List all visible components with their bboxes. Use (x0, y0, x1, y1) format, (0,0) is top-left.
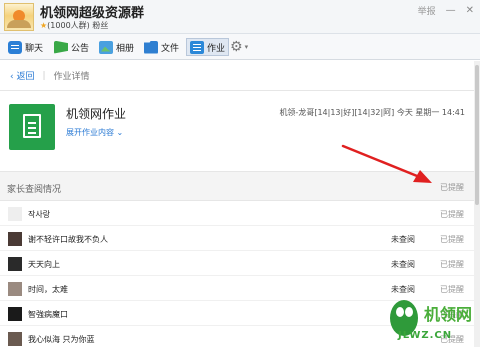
avatar-hill-shape (7, 20, 31, 28)
parent-name: 智強病魔口 (28, 310, 68, 319)
fans-label: 粉丝 (92, 21, 109, 30)
parent-name: 时间，太难 (28, 285, 68, 294)
chevron-down-icon: ▾ (244, 43, 249, 51)
album-icon (99, 40, 113, 54)
homework-icon (190, 40, 204, 54)
tab-chat[interactable]: 聊天 (8, 38, 43, 56)
notice-flag-icon (54, 40, 68, 54)
breadcrumb-current: 作业详情 (53, 72, 90, 82)
folder-icon (144, 40, 158, 54)
parent-name: 我心似海 只为你蓝 (28, 335, 95, 344)
window-controls: 举报 — ✕ (418, 4, 474, 17)
document-icon (9, 104, 55, 150)
breadcrumb: ‹ 返回 | 作业详情 (10, 69, 90, 83)
table-row: 天天向上 未查阅 已提醒 (0, 251, 474, 276)
parent-name: 작사랑 (28, 210, 51, 219)
parent-name: 谢不轻许口故我不负人 (28, 235, 108, 244)
tab-album[interactable]: 相册 (99, 38, 134, 56)
avatar (8, 257, 22, 271)
remind-all-status[interactable]: 已提醒 (440, 182, 464, 193)
read-state: 未查阅 (391, 260, 415, 269)
group-title: 机领网超级资源群 (40, 6, 145, 21)
group-avatar[interactable] (4, 3, 34, 31)
breadcrumb-separator: | (42, 70, 46, 81)
tab-files[interactable]: 文件 (144, 38, 179, 56)
chat-icon (8, 40, 22, 54)
avatar (8, 232, 22, 246)
expand-homework-link[interactable]: 展开作业内容 ⌄ (66, 127, 123, 138)
group-toolbar: 聊天 公告 相册 文件 作业 ⚙ ▾ (0, 34, 480, 60)
read-state: 未查阅 (391, 235, 415, 244)
tab-notice-label: 公告 (71, 43, 90, 54)
avatar (8, 207, 22, 221)
parent-name: 天天向上 (28, 260, 60, 269)
settings-menu[interactable]: ⚙ ▾ (230, 38, 248, 56)
avatar (8, 307, 22, 321)
remind-status[interactable]: 已提醒 (440, 234, 464, 245)
tab-notice[interactable]: 公告 (54, 38, 89, 56)
avatar (8, 332, 22, 346)
tab-homework-label: 作业 (207, 43, 226, 54)
homework-card: 机领网作业 展开作业内容 ⌄ 机领-龙哥[14|13|好][14|32|阿] 今… (0, 91, 474, 171)
back-link[interactable]: ‹ 返回 (10, 69, 34, 82)
back-link-label: 返回 (16, 72, 35, 82)
watermark-text: JLWZ.CN (398, 330, 453, 341)
remind-status[interactable]: 已提醒 (440, 209, 464, 220)
tab-files-label: 文件 (161, 43, 180, 54)
section-title: 家长查阅情况 (7, 185, 62, 195)
gear-icon: ⚙ (230, 39, 243, 55)
table-row: 谢不轻许口故我不负人 未查阅 已提醒 (0, 226, 474, 251)
member-count: (1000人群) (47, 21, 90, 30)
remind-status[interactable]: 已提醒 (440, 259, 464, 270)
close-button[interactable]: ✕ (466, 5, 474, 16)
homework-meta: 机领-龙哥[14|13|好][14|32|阿] 今天 星期一 14:41 (279, 108, 465, 117)
minimize-button[interactable]: — (446, 5, 456, 16)
paper-shape (23, 114, 41, 138)
avatar (8, 282, 22, 296)
table-row: 작사랑 已提醒 (0, 201, 474, 226)
robot-eye-shape (396, 307, 404, 317)
report-button[interactable]: 举报 (418, 4, 436, 17)
robot-eye-shape (405, 307, 413, 317)
group-subtitle: ★(1000人群) 粉丝 (40, 20, 108, 31)
homework-title: 机领网作业 (66, 107, 127, 121)
scrollbar-thumb[interactable] (475, 65, 479, 205)
parents-section-header: 家长查阅情况 已提醒 (0, 171, 474, 201)
watermark-brand: 机领网 (424, 305, 472, 324)
tab-album-label: 相册 (116, 43, 135, 54)
tab-homework[interactable]: 作业 (186, 38, 230, 56)
expand-homework-label: 展开作业内容 (66, 128, 114, 137)
window-titlebar: 机领网超级资源群 ★(1000人群) 粉丝 举报 — ✕ (0, 0, 480, 34)
chevron-down-icon: ⌄ (116, 128, 124, 137)
tab-chat-label: 聊天 (25, 43, 44, 54)
